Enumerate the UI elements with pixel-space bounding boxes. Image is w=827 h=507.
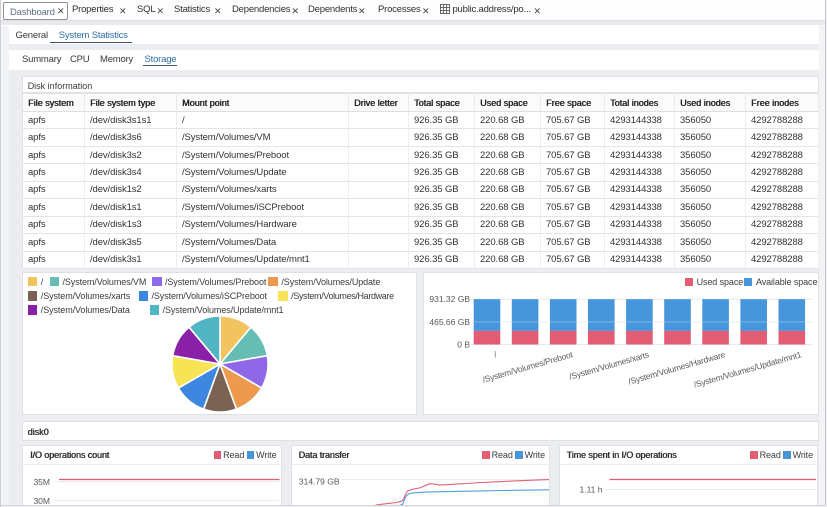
svg-text:465.66 GB: 465.66 GB bbox=[429, 316, 470, 326]
svg-text:1.11 h: 1.11 h bbox=[579, 484, 602, 494]
svg-text:0 B: 0 B bbox=[457, 339, 470, 349]
svg-text:931.32 GB: 931.32 GB bbox=[429, 294, 470, 304]
svg-text:35M: 35M bbox=[33, 476, 50, 486]
svg-text:/: / bbox=[493, 349, 499, 359]
svg-text:314.79 GB: 314.79 GB bbox=[298, 476, 339, 486]
